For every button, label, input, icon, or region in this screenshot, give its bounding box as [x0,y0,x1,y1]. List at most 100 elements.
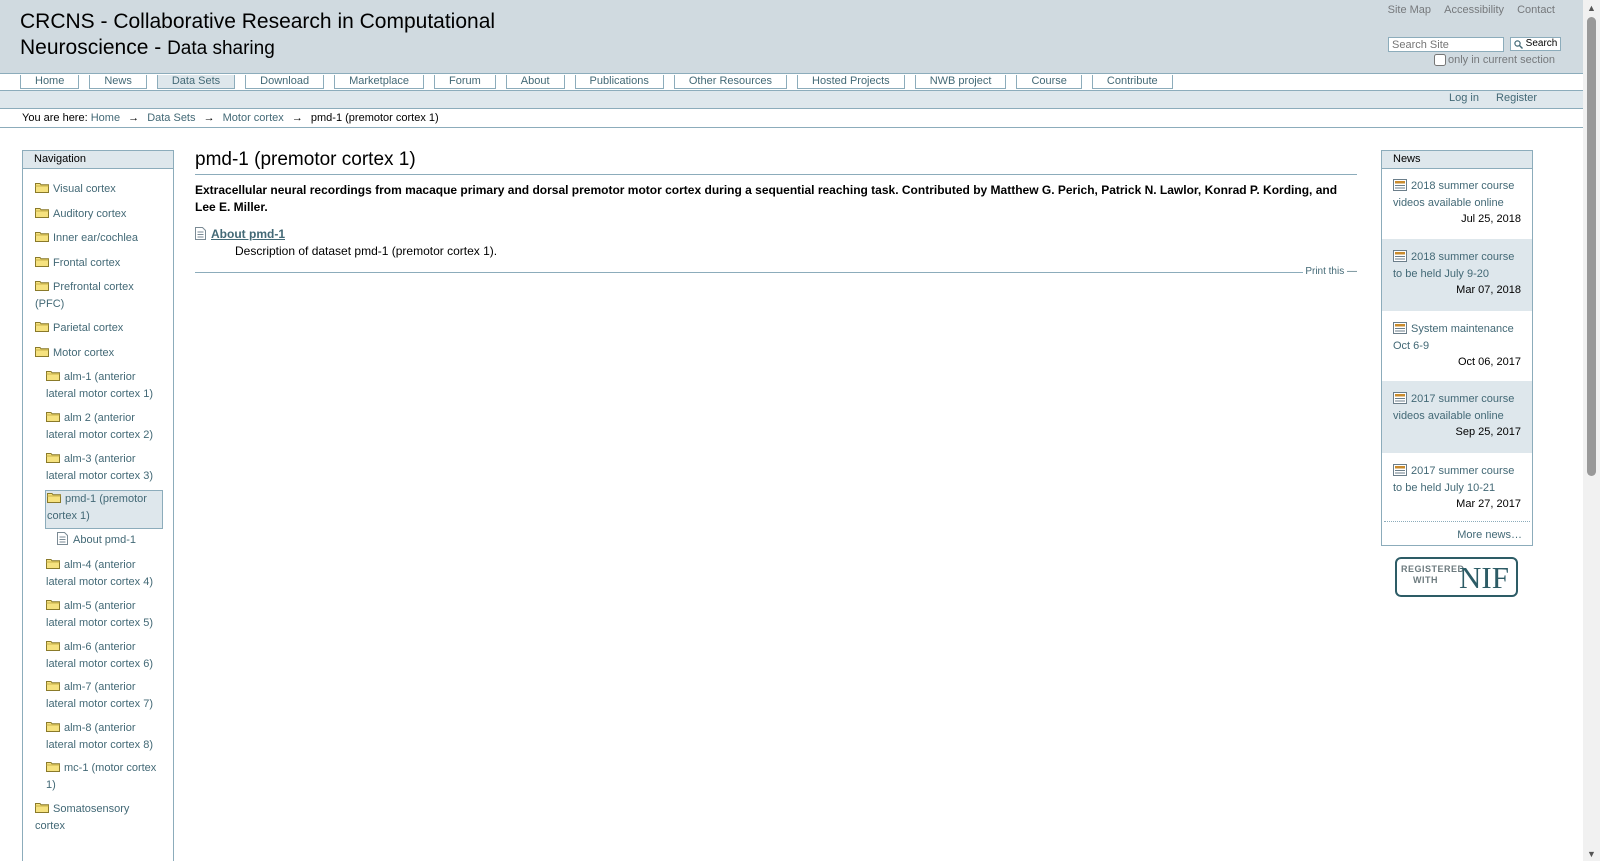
navigation-header: Navigation [23,150,173,169]
nav-item-somatosensory-cortex[interactable]: Somatosensory cortex [35,801,165,834]
more-news-link[interactable]: More news… [1457,529,1522,541]
nav-item-prefrontal-cortex[interactable]: Prefrontal cortex (PFC) [35,279,165,312]
nav-item-about-pmd-1[interactable]: About pmd-1 [57,532,136,549]
news-icon [1393,392,1407,404]
news-date: Jul 25, 2018 [1461,213,1521,225]
section-tabs: Home News Data Sets Download Marketplace… [20,75,1183,91]
item-description: Description of dataset pmd-1 (premotor c… [235,244,498,258]
nav-item-alm-8[interactable]: alm-8 (anterior lateral motor cortex 8) [46,720,166,753]
folder-icon [46,452,60,463]
nav-item-alm-4[interactable]: alm-4 (anterior lateral motor cortex 4) [46,557,166,590]
breadcrumb-arrow: → [128,112,140,124]
vertical-scrollbar[interactable]: ▲ ▼ [1583,0,1600,861]
accessibility-link[interactable]: Accessibility [1444,4,1504,16]
document-icon [195,227,206,240]
nav-item-inner-ear[interactable]: Inner ear/cochlea [35,230,138,247]
tab-about[interactable]: About [505,75,565,89]
nav-item-auditory-cortex[interactable]: Auditory cortex [35,206,126,223]
news-item: 2017 summer course to be held July 10-21 … [1382,453,1532,521]
tab-contribute[interactable]: Contribute [1091,75,1173,89]
folder-icon [35,256,49,267]
news-icon [1393,179,1407,191]
main-content: pmd-1 (premotor cortex 1) Extracellular … [195,148,1357,277]
page-description: Extracellular neural recordings from mac… [195,183,1338,214]
tab-data-sets[interactable]: Data Sets [156,75,236,89]
tab-download[interactable]: Download [245,75,325,89]
news-item-link[interactable]: System maintenance Oct 6-9 [1393,322,1514,352]
site-actions: Site Map Accessibility Contact [1378,4,1555,16]
tab-hosted-projects[interactable]: Hosted Projects [797,75,905,89]
tab-nwb-project[interactable]: NWB project [914,75,1007,89]
site-title-line1: CRCNS - Collaborative Research in Comput… [20,10,496,33]
breadcrumb-home[interactable]: Home [91,112,120,124]
current-section-label: only in current section [1448,54,1555,66]
nav-item-alm-7[interactable]: alm-7 (anterior lateral motor cortex 7) [46,679,166,712]
folder-icon [35,321,49,332]
folder-icon [35,346,49,357]
scroll-up-arrow-icon[interactable]: ▲ [1587,3,1596,13]
search-input[interactable] [1388,37,1504,52]
breadcrumb-motor-cortex[interactable]: Motor cortex [223,112,284,124]
register-link[interactable]: Register [1496,92,1537,104]
folder-icon [35,802,49,813]
news-item-link[interactable]: 2018 summer course to be held July 9-20 [1393,250,1514,280]
folder-icon [46,761,60,772]
registered-with-nif-logo[interactable]: REGISTERED WITH NIF [1395,557,1518,597]
site-map-link[interactable]: Site Map [1388,4,1431,16]
folder-icon [35,231,49,242]
login-link[interactable]: Log in [1449,92,1479,104]
tab-marketplace[interactable]: Marketplace [334,75,425,89]
folder-icon [35,182,49,193]
current-section-checkbox[interactable] [1434,54,1446,66]
nav-item-alm-3[interactable]: alm-3 (anterior lateral motor cortex 3) [46,451,166,484]
news-item: 2018 summer course videos available onlin… [1382,178,1532,239]
folder-icon [46,680,60,691]
tab-other-resources[interactable]: Other Resources [673,75,788,89]
tab-news[interactable]: News [89,75,147,89]
news-icon [1393,250,1407,262]
news-date: Mar 07, 2018 [1456,284,1521,296]
news-item-link[interactable]: 2018 summer course videos available onlin… [1393,179,1514,209]
about-pmd-1-link[interactable]: About pmd-1 [211,227,285,241]
news-icon [1393,464,1407,476]
news-item-link[interactable]: 2017 summer course videos available onlin… [1393,392,1514,422]
news-item: 2017 summer course videos available onlin… [1382,381,1532,453]
breadcrumb-data-sets[interactable]: Data Sets [147,112,195,124]
breadcrumb: You are here: Home → Data Sets → Motor c… [22,112,439,124]
news-portlet: News 2018 summer course videos available … [1381,150,1533,546]
tab-course[interactable]: Course [1016,75,1082,89]
tab-home[interactable]: Home [20,75,80,89]
contact-link[interactable]: Contact [1517,4,1555,16]
scroll-down-arrow-icon[interactable]: ▼ [1587,849,1596,859]
news-date: Sep 25, 2017 [1455,426,1521,438]
print-link[interactable]: Print this — [1303,266,1357,277]
nav-item-pmd-1[interactable]: pmd-1 (premotor cortex 1) [45,490,163,529]
nav-item-frontal-cortex[interactable]: Frontal cortex [35,255,120,272]
nav-item-alm-6[interactable]: alm-6 (anterior lateral motor cortex 6) [46,639,166,672]
site-title[interactable]: CRCNS - Collaborative Research in Comput… [20,9,495,62]
news-icon [1393,322,1407,334]
folder-icon [46,370,60,381]
news-item-link[interactable]: 2017 summer course to be held July 10-21 [1393,464,1514,494]
divider [1384,521,1530,522]
news-item: 2018 summer course to be held July 9-20 M… [1382,239,1532,311]
search-button[interactable]: Search [1510,37,1561,51]
tab-forum[interactable]: Forum [434,75,496,89]
document-icon [57,532,68,545]
search-scope: only in current section [1434,54,1555,66]
nav-item-alm-1[interactable]: alm-1 (anterior lateral motor cortex 1) [46,369,166,402]
nav-item-mc-1[interactable]: mc-1 (motor cortex 1) [46,760,166,793]
search-button-label: Search [1525,38,1558,49]
news-header: News [1382,150,1532,169]
nav-item-parietal-cortex[interactable]: Parietal cortex [35,320,123,337]
page-title: pmd-1 (premotor cortex 1) [195,148,1357,175]
nav-item-alm-5[interactable]: alm-5 (anterior lateral motor cortex 5) [46,598,166,631]
nav-item-motor-cortex[interactable]: Motor cortex [35,345,114,362]
nav-item-alm-2[interactable]: alm 2 (anterior lateral motor cortex 2) [46,410,166,443]
tab-publications[interactable]: Publications [574,75,664,89]
folder-icon [35,280,49,291]
site-title-line2: Neuroscience - [20,36,168,59]
breadcrumb-arrow: → [291,112,303,124]
nav-item-visual-cortex[interactable]: Visual cortex [35,181,116,198]
scrollbar-thumb[interactable] [1587,17,1596,476]
